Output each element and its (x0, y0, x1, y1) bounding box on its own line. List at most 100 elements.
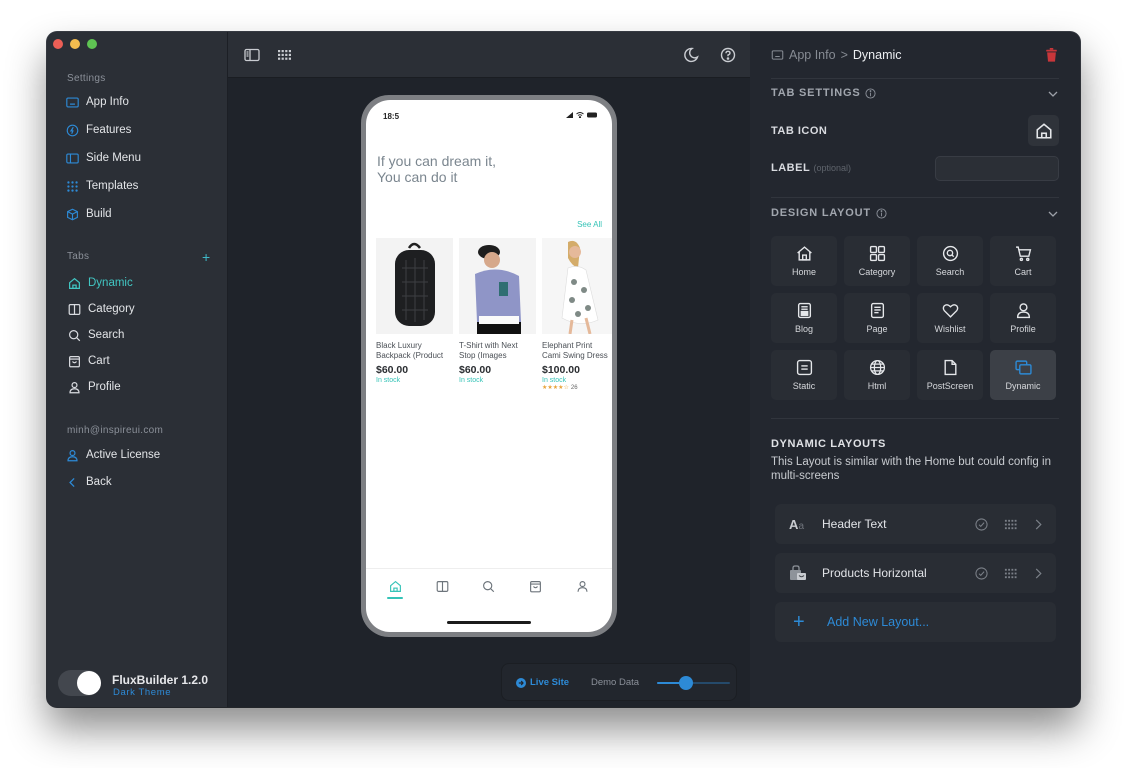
breadcrumb: App Info > Dynamic (771, 48, 902, 62)
slider-knob[interactable] (679, 676, 694, 690)
check-circle-icon[interactable] (975, 566, 988, 580)
product-image-dress (542, 238, 612, 334)
live-site-label: Live Site (530, 677, 570, 688)
tab-icon-picker[interactable] (1028, 115, 1059, 146)
layout-option-blog[interactable]: Blog (771, 293, 837, 343)
see-all-link[interactable]: See All (577, 220, 602, 229)
chevron-right-icon[interactable] (1034, 518, 1043, 530)
layout-option-cart[interactable]: Cart (990, 236, 1056, 286)
layout-option-label: Page (866, 324, 888, 334)
theme-label: Dark Theme (113, 687, 172, 698)
phone-tab-category[interactable] (429, 574, 455, 600)
drag-handle-icon[interactable] (1004, 567, 1017, 580)
product-name: Elephant Print Cami Swing Dress (542, 341, 608, 360)
product-price: $60.00 (376, 364, 409, 376)
home-icon (796, 246, 812, 261)
user-icon (67, 449, 78, 461)
file-icon (943, 359, 957, 376)
phone-tab-home[interactable] (382, 574, 408, 600)
product-card[interactable]: Black Luxury Backpack (Product $60.00 In … (376, 238, 453, 391)
layout-option-home[interactable]: Home (771, 236, 837, 286)
chevron-down-icon[interactable] (1048, 209, 1058, 219)
layout-option-html[interactable]: Html (844, 350, 910, 400)
sidebar-item-side-menu[interactable]: Side Menu (66, 148, 141, 168)
dark-theme-toggle[interactable] (58, 670, 101, 696)
toggle-sidebar-icon[interactable] (244, 47, 260, 63)
headline-line-1: If you can dream it, (377, 153, 497, 169)
dynamic-layout-row-header-text[interactable]: Aa Header Text (775, 504, 1056, 544)
sidebar-tab-profile[interactable]: Profile (68, 377, 121, 397)
product-card[interactable]: Elephant Print Cami Swing Dress $100.00 I… (542, 238, 612, 391)
zoom-window-button[interactable] (87, 39, 97, 49)
dynamic-layout-row-products-horizontal[interactable]: Products Horizontal (775, 553, 1056, 593)
chevron-left-icon (69, 477, 75, 487)
add-tab-button[interactable]: + (202, 249, 210, 265)
live-site-button[interactable]: Live Site (516, 677, 569, 688)
window-controls (53, 39, 97, 49)
sidebar-tab-dynamic[interactable]: Dynamic (68, 273, 133, 293)
help-icon[interactable] (720, 47, 736, 63)
close-window-button[interactable] (53, 39, 63, 49)
layout-option-label: Wishlist (934, 324, 966, 334)
tab-settings-header[interactable]: TAB SETTINGS (771, 87, 876, 99)
layout-option-label: Blog (794, 324, 813, 334)
product-price: $60.00 (459, 364, 492, 376)
phone-tab-search[interactable] (476, 574, 502, 600)
phone-tab-profile[interactable] (570, 574, 596, 600)
chevron-down-icon[interactable] (1048, 89, 1058, 99)
grid-view-icon[interactable] (277, 47, 293, 63)
phone-tab-cart[interactable] (523, 574, 549, 600)
minimize-window-button[interactable] (70, 39, 80, 49)
layout-option-dynamic[interactable]: Dynamic (990, 350, 1056, 400)
layout-option-label: Home (791, 267, 816, 277)
sidebar-item-build[interactable]: Build (66, 204, 112, 224)
wifi-icon (576, 112, 584, 118)
demo-data-slider[interactable] (657, 676, 730, 690)
layout-option-label: Html (867, 381, 887, 391)
trash-icon[interactable] (1045, 48, 1058, 62)
breadcrumb-parent[interactable]: App Info (789, 48, 836, 62)
layout-option-search[interactable]: Search (917, 236, 983, 286)
dynamic-icon (1014, 360, 1032, 375)
battery-icon (587, 112, 597, 118)
product-image-backpack (376, 238, 453, 334)
optional-hint: (optional) (813, 163, 852, 173)
templates-icon (67, 180, 78, 192)
chevron-right-icon[interactable] (1034, 567, 1043, 579)
layout-option-wishlist[interactable]: Wishlist (917, 293, 983, 343)
sidebar-item-templates[interactable]: Templates (66, 176, 138, 196)
cart-icon (1015, 246, 1031, 262)
search-icon (483, 581, 495, 593)
preview-area: 18:5 If you can dream it, You can do it … (228, 32, 750, 707)
account-email: minh@inspireui.com (67, 425, 164, 436)
settings-panel: App Info > Dynamic TAB SETTINGS TAB ICON… (750, 32, 1080, 707)
home-icon (69, 277, 80, 289)
sidebar-item-active-license[interactable]: Active License (66, 445, 160, 465)
layout-option-postscreen[interactable]: PostScreen (917, 350, 983, 400)
blog-icon (797, 302, 811, 319)
sidebar-item-features[interactable]: Features (66, 120, 131, 140)
settings-section-label: Settings (67, 73, 106, 84)
add-new-layout-label: Add New Layout... (827, 615, 930, 629)
products-horizontal: Black Luxury Backpack (Product $60.00 In … (376, 238, 612, 391)
product-image-tshirt (459, 238, 536, 334)
sidebar-tab-cart[interactable]: Cart (68, 351, 110, 371)
layout-option-profile[interactable]: Profile (990, 293, 1056, 343)
add-new-layout-button[interactable]: + Add New Layout... (775, 602, 1056, 642)
sidebar-item-app-info[interactable]: App Info (66, 92, 129, 112)
product-card[interactable]: T-Shirt with Next Stop (Images $60.00 In … (459, 238, 536, 391)
label-input[interactable] (935, 156, 1059, 181)
layout-option-static[interactable]: Static (771, 350, 837, 400)
layout-option-page[interactable]: Page (844, 293, 910, 343)
cart-icon (530, 581, 542, 593)
moon-icon[interactable] (683, 47, 699, 63)
sidebar-tab-search[interactable]: Search (68, 325, 124, 345)
drag-handle-icon[interactable] (1004, 518, 1017, 531)
product-stock: In stock (542, 377, 567, 384)
sidebar-tab-category[interactable]: Category (68, 299, 135, 319)
design-layout-header[interactable]: DESIGN LAYOUT (771, 207, 887, 219)
sidebar-item-back[interactable]: Back (66, 472, 112, 492)
layout-option-category[interactable]: Category (844, 236, 910, 286)
sidebar-item-label: Templates (86, 180, 139, 192)
check-circle-icon[interactable] (975, 517, 988, 531)
